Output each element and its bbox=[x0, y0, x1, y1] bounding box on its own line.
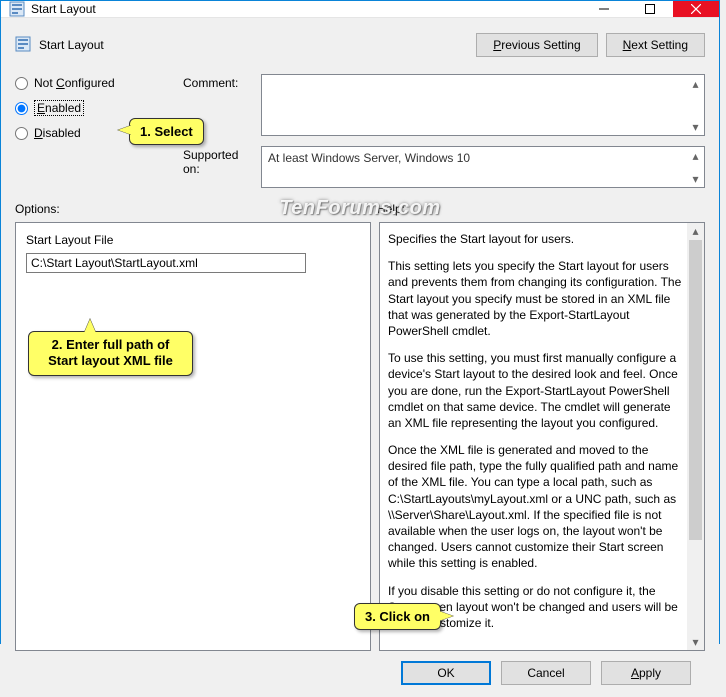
scroll-down-icon[interactable]: ▾ bbox=[687, 633, 704, 650]
supported-label: Supported on: bbox=[183, 140, 253, 188]
gp-setting-icon bbox=[15, 36, 31, 55]
previous-setting-button[interactable]: Previous Setting bbox=[476, 33, 597, 57]
radio-enabled[interactable]: Enabled bbox=[15, 100, 175, 116]
scroll-up-icon[interactable]: ▴ bbox=[687, 75, 704, 92]
callout-tail-icon bbox=[118, 125, 132, 135]
minimize-button[interactable] bbox=[581, 1, 627, 17]
radio-disabled-input[interactable] bbox=[15, 127, 28, 140]
maximize-button[interactable] bbox=[627, 1, 673, 17]
annotation-text: 3. Click on bbox=[365, 609, 430, 624]
supported-on-text: At least Windows Server, Windows 10 bbox=[262, 147, 704, 169]
titlebar[interactable]: Start Layout bbox=[1, 1, 719, 18]
panes: Start Layout File Specifies the Start la… bbox=[15, 222, 705, 651]
options-pane: Start Layout File bbox=[15, 222, 371, 651]
help-text: This setting lets you specify the Start … bbox=[388, 258, 684, 339]
scroll-up-icon[interactable]: ▴ bbox=[687, 147, 704, 164]
help-text: Specifies the Start layout for users. bbox=[388, 231, 684, 247]
help-pane: Specifies the Start layout for users. Th… bbox=[379, 222, 705, 651]
options-label: Options: bbox=[15, 202, 377, 216]
gp-setting-icon bbox=[9, 1, 25, 17]
radio-not-configured-input[interactable] bbox=[15, 77, 28, 90]
radio-not-configured[interactable]: Not Configured bbox=[15, 76, 175, 90]
header-row: Start Layout Previous Setting Next Setti… bbox=[15, 28, 705, 62]
scrollbar-thumb[interactable] bbox=[689, 240, 702, 540]
window-controls bbox=[581, 1, 719, 17]
apply-button[interactable]: Apply bbox=[601, 661, 691, 685]
dialog-footer: OK Cancel Apply bbox=[15, 651, 705, 697]
cancel-button[interactable]: Cancel bbox=[501, 661, 591, 685]
scroll-up-icon[interactable]: ▴ bbox=[687, 223, 704, 240]
help-label: Help: bbox=[377, 202, 705, 216]
supported-on-box: At least Windows Server, Windows 10 ▴ ▾ bbox=[261, 146, 705, 188]
annotation-text: 1. Select bbox=[140, 124, 193, 139]
start-layout-file-label: Start Layout File bbox=[26, 233, 360, 247]
scroll-down-icon[interactable]: ▾ bbox=[687, 170, 704, 187]
help-text: To use this setting, you must first manu… bbox=[388, 350, 684, 431]
radio-enabled-input[interactable] bbox=[15, 102, 28, 115]
comment-textarea[interactable]: ▴ ▾ bbox=[261, 74, 705, 136]
help-scrollbar[interactable]: ▴ ▾ bbox=[687, 223, 704, 650]
page-title: Start Layout bbox=[39, 38, 104, 52]
help-text: Once the XML file is generated and moved… bbox=[388, 442, 684, 572]
annotation-text: 2. Enter full path of Start layout XML f… bbox=[48, 337, 173, 368]
callout-tail-icon bbox=[84, 319, 96, 333]
dialog-window: Start Layout Start Layout bbox=[0, 0, 720, 644]
callout-tail-icon bbox=[439, 611, 453, 621]
annotation-callout-1: 1. Select bbox=[129, 118, 204, 145]
ok-button[interactable]: OK bbox=[401, 661, 491, 685]
next-setting-button[interactable]: Next Setting bbox=[606, 33, 705, 57]
annotation-callout-3: 3. Click on bbox=[354, 603, 441, 630]
scroll-down-icon[interactable]: ▾ bbox=[687, 118, 704, 135]
annotation-callout-2: 2. Enter full path of Start layout XML f… bbox=[28, 331, 193, 376]
window-title: Start Layout bbox=[31, 2, 581, 16]
pane-headers: Options: Help: bbox=[15, 202, 705, 216]
start-layout-file-input[interactable] bbox=[26, 253, 306, 273]
close-button[interactable] bbox=[673, 1, 719, 17]
